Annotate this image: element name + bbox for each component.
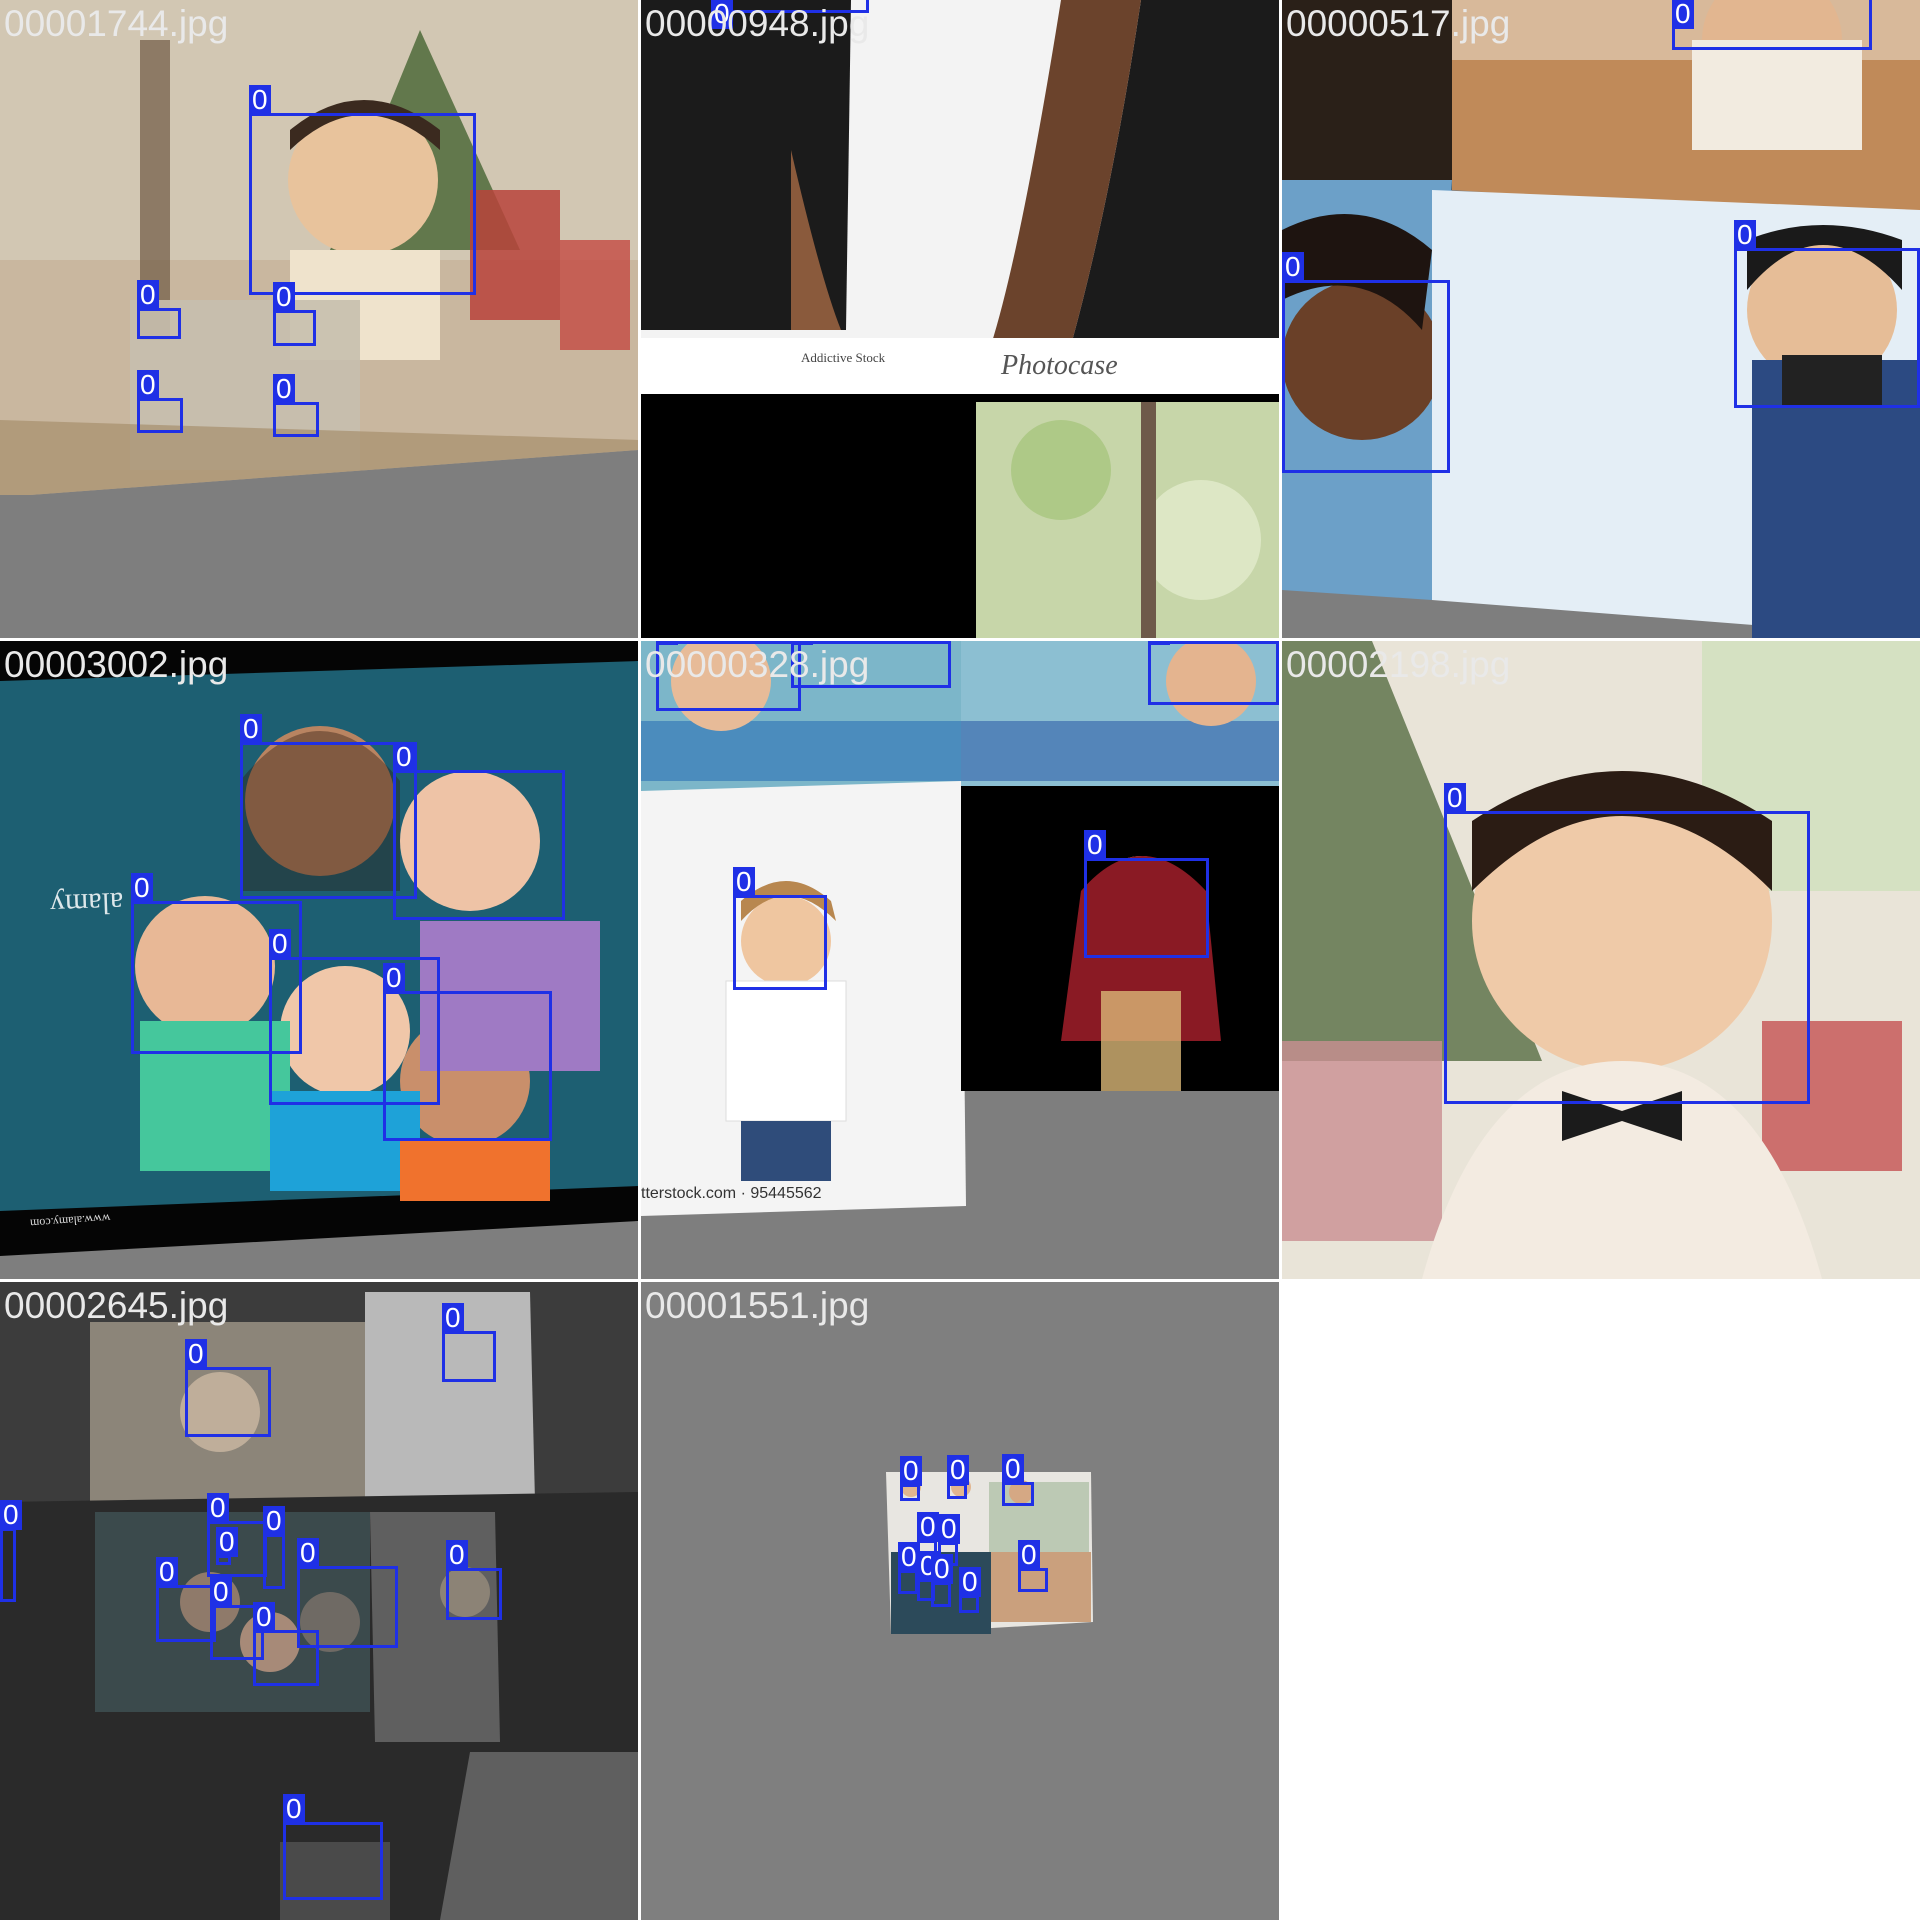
face-detection-box: 0 <box>216 1527 238 1565</box>
class-label: 0 <box>938 1514 960 1544</box>
face-detection-box: 0 <box>0 1500 22 1602</box>
face-detection-box: 0 <box>1734 220 1920 408</box>
face-detection-box: 0 <box>273 282 316 346</box>
face-detection-box: 0 <box>185 1339 271 1437</box>
watermark-text: Photocase <box>1001 350 1118 381</box>
class-label: 0 <box>297 1538 319 1568</box>
class-label: 0 <box>263 1506 285 1536</box>
grid-separator <box>0 638 1920 640</box>
mosaic-tile-7: 00002645.jpg 0 0 0 0 0 0 0 0 0 0 0 0 <box>0 1282 638 1920</box>
class-label: 0 <box>917 1512 939 1542</box>
class-label: 0 <box>156 1557 178 1587</box>
class-label: 0 <box>273 282 295 312</box>
face-detection-box: 0 <box>947 1455 969 1499</box>
face-detection-box: 0 <box>1282 252 1450 473</box>
mosaic-tile-2: Addictive Stock Photocase 00000948.jpg 0 <box>641 0 1279 638</box>
face-detection-box: 0 <box>1444 783 1810 1104</box>
empty-tile <box>1282 1282 1920 1920</box>
face-detection-box: 0 <box>442 1303 496 1382</box>
face-detection-box: 0 <box>1672 0 1872 50</box>
class-label: 0 <box>1444 783 1466 813</box>
watermark-text: alamy <box>49 885 124 922</box>
class-label: 0 <box>1084 830 1106 860</box>
image-filename: 00001551.jpg <box>645 1285 870 1326</box>
class-label: 0 <box>137 370 159 400</box>
class-label: 0 <box>283 1794 305 1824</box>
class-label: 0 <box>959 1567 981 1597</box>
class-label: 0 <box>210 1577 232 1607</box>
class-label: 0 <box>1148 641 1170 645</box>
face-detection-box: 0 <box>240 714 417 899</box>
mosaic-tile-8: 00001551.jpg 0 0 0 0 0 0 0 0 0 0 <box>641 1282 1279 1920</box>
face-detection-box: 0 <box>249 85 476 295</box>
class-label: 0 <box>240 714 262 744</box>
face-detection-box: 0 <box>137 370 183 433</box>
class-label: 0 <box>393 742 415 772</box>
mosaic-tile-3: 00000517.jpg 0 0 0 <box>1282 0 1920 638</box>
mosaic-tile-6: 00002198.jpg 0 <box>1282 641 1920 1279</box>
class-label: 0 <box>446 1540 468 1570</box>
image-filename: 00000948.jpg <box>645 3 870 44</box>
class-label: 0 <box>216 1527 238 1557</box>
face-detection-box: 0 <box>1002 1454 1034 1506</box>
class-label: 0 <box>185 1339 207 1369</box>
tile-image <box>641 0 1279 638</box>
face-detection-box: 0 <box>1148 641 1279 705</box>
grid-separator <box>638 0 640 1920</box>
class-label: 0 <box>900 1456 922 1486</box>
face-detection-box: 0 <box>137 280 181 339</box>
class-label: 0 <box>207 1493 229 1523</box>
image-filename: 00003002.jpg <box>4 644 229 685</box>
tile-image <box>0 0 638 638</box>
face-detection-box: 0 <box>273 374 319 437</box>
class-label: 0 <box>383 963 405 993</box>
class-label: 0 <box>947 1455 969 1485</box>
face-detection-box: 0 <box>1018 1540 1048 1592</box>
image-filename: 00000328.jpg <box>645 644 870 685</box>
class-label: 0 <box>131 873 153 903</box>
face-detection-box: 0 <box>263 1506 285 1589</box>
face-detection-box: 0 <box>383 963 552 1141</box>
face-detection-box: 0 <box>959 1567 981 1613</box>
class-label: 0 <box>273 374 295 404</box>
class-label: 0 <box>249 85 271 115</box>
class-label: 0 <box>1734 220 1756 250</box>
mosaic-tile-1: 00001744.jpg 0 0 0 0 0 <box>0 0 638 638</box>
watermark-text: tterstock.com · 95445562 <box>641 1185 822 1202</box>
class-label: 0 <box>253 1602 275 1632</box>
face-detection-box: 0 <box>156 1557 216 1642</box>
face-detection-box: 0 <box>446 1540 502 1620</box>
class-label: 0 <box>1672 0 1694 29</box>
face-detection-box: 0 <box>733 867 827 990</box>
mosaic-tile-5: tterstock.com · 95445562 00000328.jpg 0 … <box>641 641 1279 1279</box>
class-label: 0 <box>931 1554 953 1584</box>
class-label: 0 <box>269 929 291 959</box>
face-detection-box: 0 <box>898 1542 920 1594</box>
face-detection-box: 0 <box>283 1794 383 1900</box>
image-filename: 00002645.jpg <box>4 1285 229 1326</box>
class-label: 0 <box>1018 1540 1040 1570</box>
face-detection-box: 0 <box>1084 830 1209 958</box>
grid-separator <box>0 1279 1920 1281</box>
class-label: 0 <box>0 1500 22 1530</box>
face-detection-box: 0 <box>900 1456 922 1501</box>
class-label: 0 <box>733 867 755 897</box>
class-label: 0 <box>137 280 159 310</box>
class-label: 0 <box>442 1303 464 1333</box>
class-label: 0 <box>1282 252 1304 282</box>
class-label: 0 <box>1002 1454 1024 1484</box>
image-filename: 00002198.jpg <box>1286 644 1511 685</box>
watermark-text: Addictive Stock <box>801 350 886 365</box>
face-detection-box: 0 <box>931 1554 953 1607</box>
image-filename: 00001744.jpg <box>4 3 229 44</box>
mosaic-tile-4: alamy www.alamy.com 00003002.jpg 0 0 0 0… <box>0 641 638 1279</box>
grid-separator <box>1279 0 1281 1920</box>
image-filename: 00000517.jpg <box>1286 3 1511 44</box>
face-detection-box: 0 <box>393 742 565 920</box>
face-detection-box: 0 <box>253 1602 319 1686</box>
